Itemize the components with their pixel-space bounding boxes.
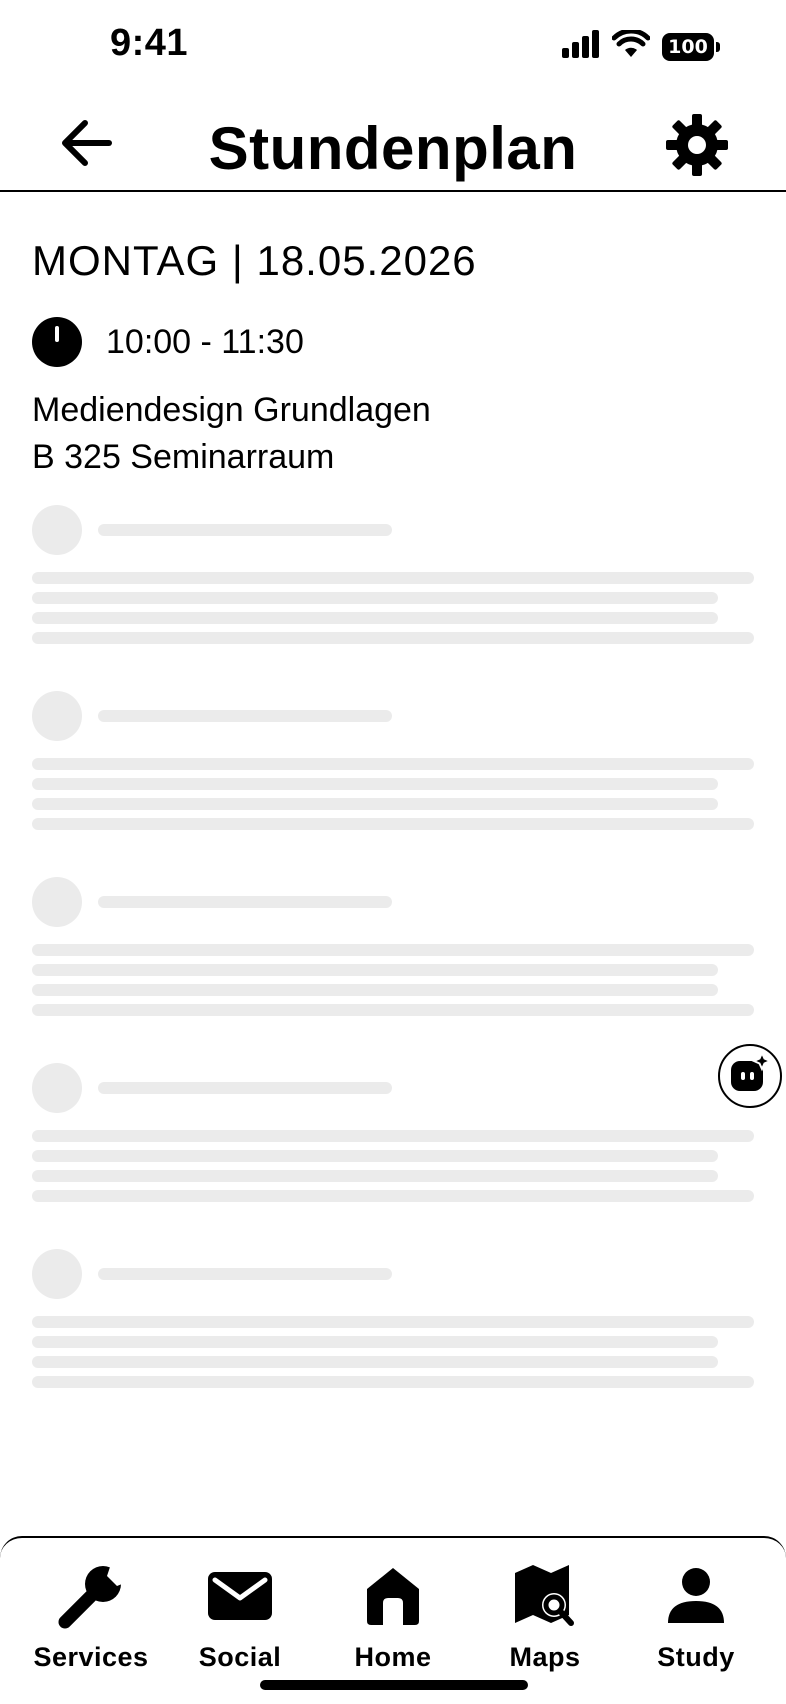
assistant-button[interactable] [718, 1044, 782, 1108]
skeleton-line [32, 1130, 754, 1142]
settings-button[interactable] [664, 113, 730, 182]
nav-label: Maps [509, 1642, 581, 1672]
skeleton-line [32, 612, 718, 624]
skeleton-item [32, 691, 754, 831]
signal-icon [562, 30, 600, 63]
battery-icon: 100 [662, 32, 720, 61]
map-search-icon [513, 1560, 577, 1632]
skeleton-line [32, 944, 754, 956]
skeleton-line [32, 1170, 718, 1182]
skeleton-avatar [32, 505, 82, 555]
wifi-icon [611, 28, 651, 63]
skeleton-line [32, 1004, 754, 1016]
skeleton-title [98, 524, 392, 536]
status-bar: 9:41 100 [0, 0, 786, 96]
skeleton-line [32, 1190, 754, 1202]
course-name: Mediendesign Grundlagen [32, 391, 431, 429]
home-indicator [260, 1680, 528, 1690]
nav-item-services[interactable]: Services [16, 1560, 166, 1673]
course-room: B 325 Seminarraum [32, 438, 335, 476]
skeleton-avatar [32, 877, 82, 927]
day-heading: MONTAG | 18.05.2026 [32, 237, 477, 284]
skeleton-avatar [32, 1249, 82, 1299]
skeleton-line [32, 758, 754, 770]
skeleton-item [32, 1063, 754, 1203]
skeleton-line [32, 1376, 754, 1388]
nav-label: Study [657, 1642, 735, 1672]
nav-label: Services [33, 1642, 149, 1672]
clock-icon [32, 317, 82, 367]
skeleton-line [32, 1356, 718, 1368]
wrench-icon [55, 1560, 127, 1632]
mail-icon [206, 1560, 274, 1632]
nav-item-maps[interactable]: Maps [470, 1560, 620, 1673]
skeleton-avatar [32, 691, 82, 741]
skeleton-item [32, 877, 754, 1017]
bottom-nav: Services Social Home Maps Study [0, 1536, 786, 1704]
skeleton-avatar [32, 1063, 82, 1113]
skeleton-title [98, 1268, 392, 1280]
skeleton-title [98, 710, 392, 722]
skeleton-line [32, 592, 718, 604]
skeleton-line [32, 1150, 718, 1162]
skeleton-line [32, 964, 718, 976]
nav-item-social[interactable]: Social [165, 1560, 315, 1673]
skeleton-line [32, 572, 754, 584]
nav-label: Home [354, 1642, 432, 1672]
skeleton-title [98, 896, 392, 908]
skeleton-line [32, 818, 754, 830]
skeleton-line [32, 984, 718, 996]
nav-item-home[interactable]: Home [318, 1560, 468, 1673]
home-icon [365, 1560, 421, 1632]
skeleton-line [32, 778, 718, 790]
skeleton-item [32, 505, 754, 645]
person-icon [666, 1560, 726, 1632]
skeleton-title [98, 1082, 392, 1094]
app-header: Stundenplan [0, 96, 786, 192]
skeleton-line [32, 1336, 718, 1348]
nav-item-study[interactable]: Study [621, 1560, 771, 1673]
course-time: 10:00 - 11:30 [106, 322, 304, 361]
ai-assistant-icon [728, 1050, 773, 1101]
time-row: 10:00 - 11:30 [32, 317, 304, 367]
gear-icon [665, 113, 729, 182]
skeleton-item [32, 1249, 754, 1389]
nav-label: Social [198, 1642, 282, 1672]
skeleton-line [32, 798, 718, 810]
status-icons: 100 [562, 28, 720, 63]
skeleton-line [32, 632, 754, 644]
status-time: 9:41 [110, 22, 189, 64]
skeleton-line [32, 1316, 754, 1328]
